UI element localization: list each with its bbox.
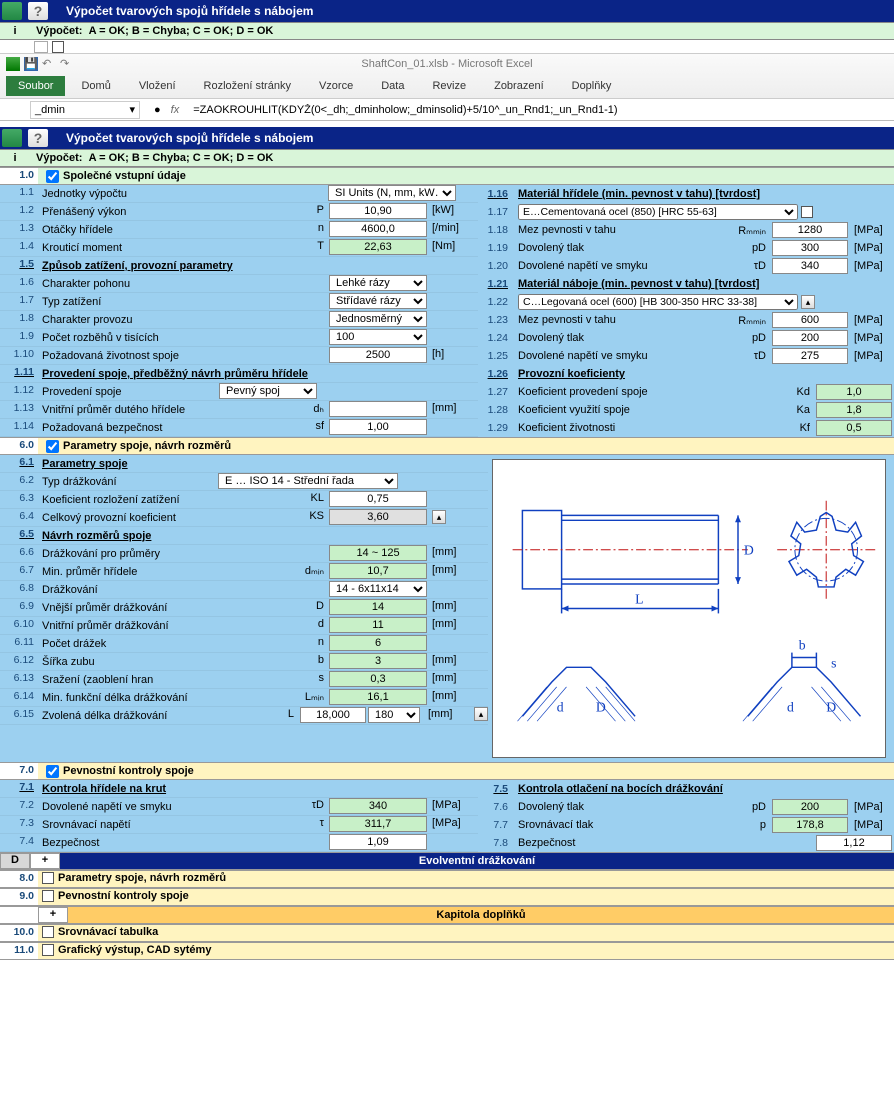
length-input[interactable] [300, 707, 366, 723]
spline-type-select[interactable]: E … ISO 14 - Střední řada [218, 473, 398, 489]
ribbon-tab-layout[interactable]: Rozložení stránky [192, 76, 303, 96]
section-evol-header[interactable]: D + Evolventní drážkování [0, 852, 894, 870]
starts-select[interactable]: 100 [329, 329, 427, 345]
app-title-bar-main: ? Výpočet tvarových spojů hřídele s nábo… [0, 127, 894, 149]
pd-shaft-input[interactable] [772, 240, 848, 256]
section-11-checkbox[interactable] [42, 944, 54, 956]
app-help-icon-2[interactable]: ? [26, 127, 50, 149]
section-6-checkbox[interactable] [46, 440, 59, 453]
svg-text:D: D [744, 543, 754, 558]
pd-hub-input[interactable] [772, 330, 848, 346]
life-input[interactable] [329, 347, 427, 363]
d-tab[interactable]: D [0, 853, 30, 869]
name-box[interactable]: _dmin ▾ [30, 101, 140, 119]
section-9-header[interactable]: 9.0 Pevnostní kontroly spoje [0, 888, 894, 906]
save-icon[interactable]: 💾 [24, 57, 38, 71]
fx-label[interactable]: fx [171, 104, 180, 116]
svg-text:b: b [799, 638, 806, 653]
ribbon-tab-review[interactable]: Revize [420, 76, 478, 96]
svg-text:L: L [635, 592, 643, 607]
fx-insert-icon[interactable]: ● [154, 104, 161, 116]
ribbon-tab-home[interactable]: Domů [69, 76, 122, 96]
safety-input[interactable] [329, 419, 427, 435]
spline-spec-select[interactable]: 14 - 6x11x14 [329, 581, 427, 597]
svg-text:D: D [826, 699, 836, 714]
excel-logo-icon [6, 57, 20, 71]
i-col: i [0, 25, 30, 37]
section-7-header[interactable]: 7.0 Pevnostní kontroly spoje [0, 762, 894, 780]
status-row-top: i Výpočet: A = OK; B = Chyba; C = OK; D … [0, 22, 894, 40]
section-1-header[interactable]: 1.0 Společné vstupní údaje [0, 167, 894, 185]
plus-tab[interactable]: + [30, 853, 60, 869]
ribbon-tab-addins[interactable]: Doplňky [560, 76, 624, 96]
section-6-header[interactable]: 6.0 Parametry spoje, návrh rozměrů [0, 437, 894, 455]
status-row-main: i Výpočet: A = OK; B = Chyba; C = OK; D … [0, 149, 894, 167]
excel-titlebar: 💾 ↶ ↷ ShaftCon_01.xlsb - Microsoft Excel [0, 54, 894, 74]
section-7-checkbox[interactable] [46, 765, 59, 778]
ribbon-tab-file[interactable]: Soubor [6, 76, 65, 96]
app-title-2: Výpočet tvarových spojů hřídele s náboje… [66, 131, 313, 145]
app-title: Výpočet tvarových spojů hřídele s náboje… [66, 4, 313, 18]
formula-input[interactable] [189, 101, 894, 119]
kl-input[interactable] [329, 491, 427, 507]
section-9-checkbox[interactable] [42, 890, 54, 902]
joint-type-select[interactable]: Pevný spoj [219, 383, 317, 399]
section-10-checkbox[interactable] [42, 926, 54, 938]
svg-text:d: d [787, 699, 794, 714]
ribbon-tab-insert[interactable]: Vložení [127, 76, 188, 96]
section-8-checkbox[interactable] [42, 872, 54, 884]
chevron-down-icon[interactable]: ▾ [129, 103, 135, 116]
rpm-input[interactable] [329, 221, 427, 237]
i-col-2: i [0, 152, 30, 164]
redo-icon[interactable]: ↷ [60, 57, 74, 71]
section-11-header[interactable]: 11.0 Grafický výstup, CAD sytémy [0, 942, 894, 960]
undo-icon[interactable]: ↶ [42, 57, 56, 71]
section-kapitola-header[interactable]: + Kapitola doplňků [0, 906, 894, 924]
svg-text:D: D [596, 699, 606, 714]
rm-hub-input[interactable] [772, 312, 848, 328]
units-select[interactable]: SI Units (N, mm, kW…) [328, 185, 456, 201]
svg-text:s: s [831, 655, 836, 670]
power-input[interactable] [329, 203, 427, 219]
ribbon-tab-data[interactable]: Data [369, 76, 416, 96]
inner-dia-input[interactable] [329, 401, 427, 417]
tau-hub-input[interactable] [772, 348, 848, 364]
hub-mat-btn[interactable]: ▴ [801, 295, 815, 309]
load-type-select[interactable]: Střídavé rázy [329, 293, 427, 309]
ribbon-tabs: Soubor Domů Vložení Rozložení stránky Vz… [0, 74, 894, 98]
svg-text:d: d [557, 699, 564, 714]
top-spacer [0, 40, 894, 54]
length-btn[interactable]: ▴ [474, 707, 488, 721]
ribbon-tab-view[interactable]: Zobrazení [482, 76, 556, 96]
app-title-bar-top: ? Výpočet tvarových spojů hřídele s nábo… [0, 0, 894, 22]
torque-output: 22,63 [329, 239, 427, 255]
length-select[interactable]: 180 [368, 707, 420, 723]
app-gear-icon-2[interactable] [0, 127, 24, 149]
section-1-checkbox[interactable] [46, 170, 59, 183]
drive-char-select[interactable]: Lehké rázy [329, 275, 427, 291]
ks-btn[interactable]: ▴ [432, 510, 446, 524]
app-gear-icon[interactable] [0, 0, 24, 22]
plus-tab-2[interactable]: + [38, 907, 68, 923]
rm-shaft-input[interactable] [772, 222, 848, 238]
app-help-icon[interactable]: ? [26, 0, 50, 22]
section-8-header[interactable]: 8.0 Parametry spoje, návrh rozměrů [0, 870, 894, 888]
formula-bar: _dmin ▾ ● fx [0, 98, 894, 120]
shaft-material-select[interactable]: E…Cementovaná ocel (850) [HRC 55-63] [518, 204, 798, 220]
excel-window-chrome: 💾 ↶ ↷ ShaftCon_01.xlsb - Microsoft Excel… [0, 54, 894, 121]
op-char-select[interactable]: Jednosměrný [329, 311, 427, 327]
spline-diagram: D L [492, 459, 886, 758]
worksheet: 1.0 Společné vstupní údaje 1.1Jednotky v… [0, 167, 894, 960]
units-label: Jednotky výpočtu [38, 185, 298, 202]
section-10-header[interactable]: 10.0 Srovnávací tabulka [0, 924, 894, 942]
ribbon-tab-formulas[interactable]: Vzorce [307, 76, 365, 96]
hub-material-select[interactable]: C…Legovaná ocel (600) [HB 300-350 HRC 33… [518, 294, 798, 310]
shaft-mat-checkbox[interactable] [801, 206, 813, 218]
tau-shaft-input[interactable] [772, 258, 848, 274]
